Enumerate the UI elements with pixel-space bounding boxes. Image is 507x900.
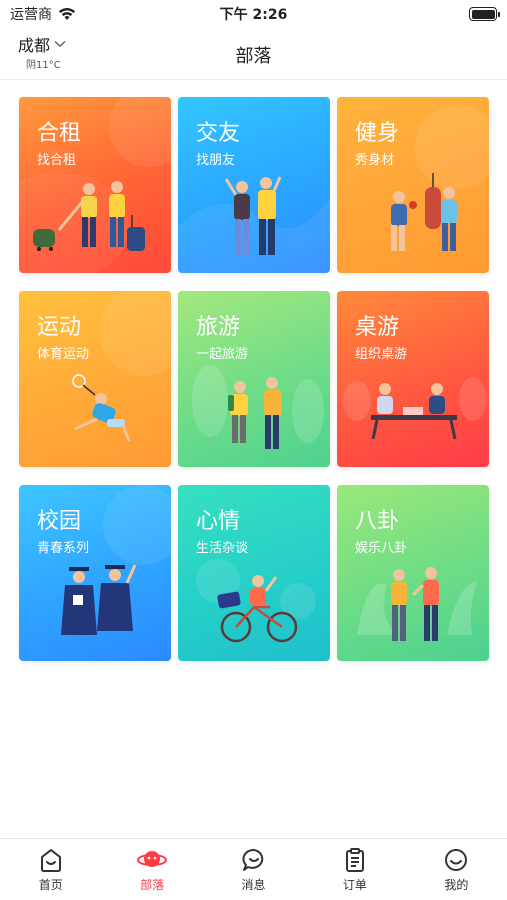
wifi-icon bbox=[59, 8, 75, 20]
card-title: 交友 bbox=[196, 121, 241, 146]
card-subtitle: 青春系列 bbox=[37, 541, 90, 556]
status-bar: 运营商 下午 2:26 bbox=[0, 0, 507, 28]
tab-home[interactable]: 首页 bbox=[0, 839, 101, 900]
tab-label: 部落 bbox=[140, 878, 165, 892]
card-subtitle: 秀身材 bbox=[355, 153, 395, 168]
card-subtitle: 体育运动 bbox=[37, 347, 90, 362]
card-title: 合租 bbox=[37, 121, 82, 146]
nav-bar: 成都 阴11°C 部落 bbox=[0, 28, 507, 80]
page-title: 部落 bbox=[235, 46, 272, 67]
card-subtitle: 找朋友 bbox=[196, 153, 236, 168]
card-make-friends[interactable]: 交友 找朋友 bbox=[178, 97, 330, 273]
card-travel[interactable]: 旅游 一起旅游 bbox=[178, 291, 330, 467]
tab-orders[interactable]: 订单 bbox=[304, 839, 405, 900]
card-title: 桌游 bbox=[355, 315, 400, 340]
battery-icon bbox=[469, 7, 500, 21]
tab-label: 我的 bbox=[444, 878, 469, 892]
status-time: 下午 2:26 bbox=[219, 7, 288, 23]
card-gossip[interactable]: 八卦 娱乐八卦 bbox=[337, 485, 489, 661]
tab-profile[interactable]: 我的 bbox=[406, 839, 507, 900]
card-subtitle: 找合租 bbox=[37, 153, 77, 168]
card-title: 旅游 bbox=[196, 315, 241, 340]
card-subtitle: 娱乐八卦 bbox=[355, 541, 408, 556]
card-shared-rent[interactable]: 合租 找合租 bbox=[19, 97, 171, 273]
card-title: 八卦 bbox=[355, 509, 400, 534]
tab-bar: 首页 部落 消息 订单 我的 bbox=[0, 838, 507, 900]
tab-label: 首页 bbox=[38, 878, 63, 892]
order-icon bbox=[345, 848, 364, 872]
category-grid: 合租 找合租 交友 找朋友 健身 秀身材 运动 体育运动 旅游 一起旅游 桌游 … bbox=[19, 97, 489, 661]
card-title: 健身 bbox=[355, 121, 400, 146]
tab-messages[interactable]: 消息 bbox=[203, 839, 304, 900]
card-title: 校园 bbox=[37, 509, 82, 534]
tab-label: 消息 bbox=[241, 878, 266, 892]
tab-label: 订单 bbox=[342, 878, 367, 892]
card-fitness[interactable]: 健身 秀身材 bbox=[337, 97, 489, 273]
home-face-icon bbox=[40, 849, 61, 872]
card-mood[interactable]: 心情 生活杂谈 bbox=[178, 485, 330, 661]
card-title: 运动 bbox=[37, 315, 82, 340]
card-sports[interactable]: 运动 体育运动 bbox=[19, 291, 171, 467]
status-left: 运营商 bbox=[10, 4, 76, 24]
card-board-games[interactable]: 桌游 组织桌游 bbox=[337, 291, 489, 467]
card-campus[interactable]: 校园 青春系列 bbox=[19, 485, 171, 661]
card-title: 心情 bbox=[196, 509, 241, 534]
card-subtitle: 生活杂谈 bbox=[196, 541, 249, 556]
card-subtitle: 组织桌游 bbox=[355, 347, 408, 362]
tab-tribe[interactable]: 部落 bbox=[101, 839, 202, 900]
profile-face-icon bbox=[445, 849, 468, 871]
card-subtitle: 一起旅游 bbox=[196, 347, 249, 362]
message-icon bbox=[241, 849, 263, 871]
tribe-icon bbox=[137, 851, 168, 867]
carrier-label: 运营商 bbox=[10, 7, 52, 23]
